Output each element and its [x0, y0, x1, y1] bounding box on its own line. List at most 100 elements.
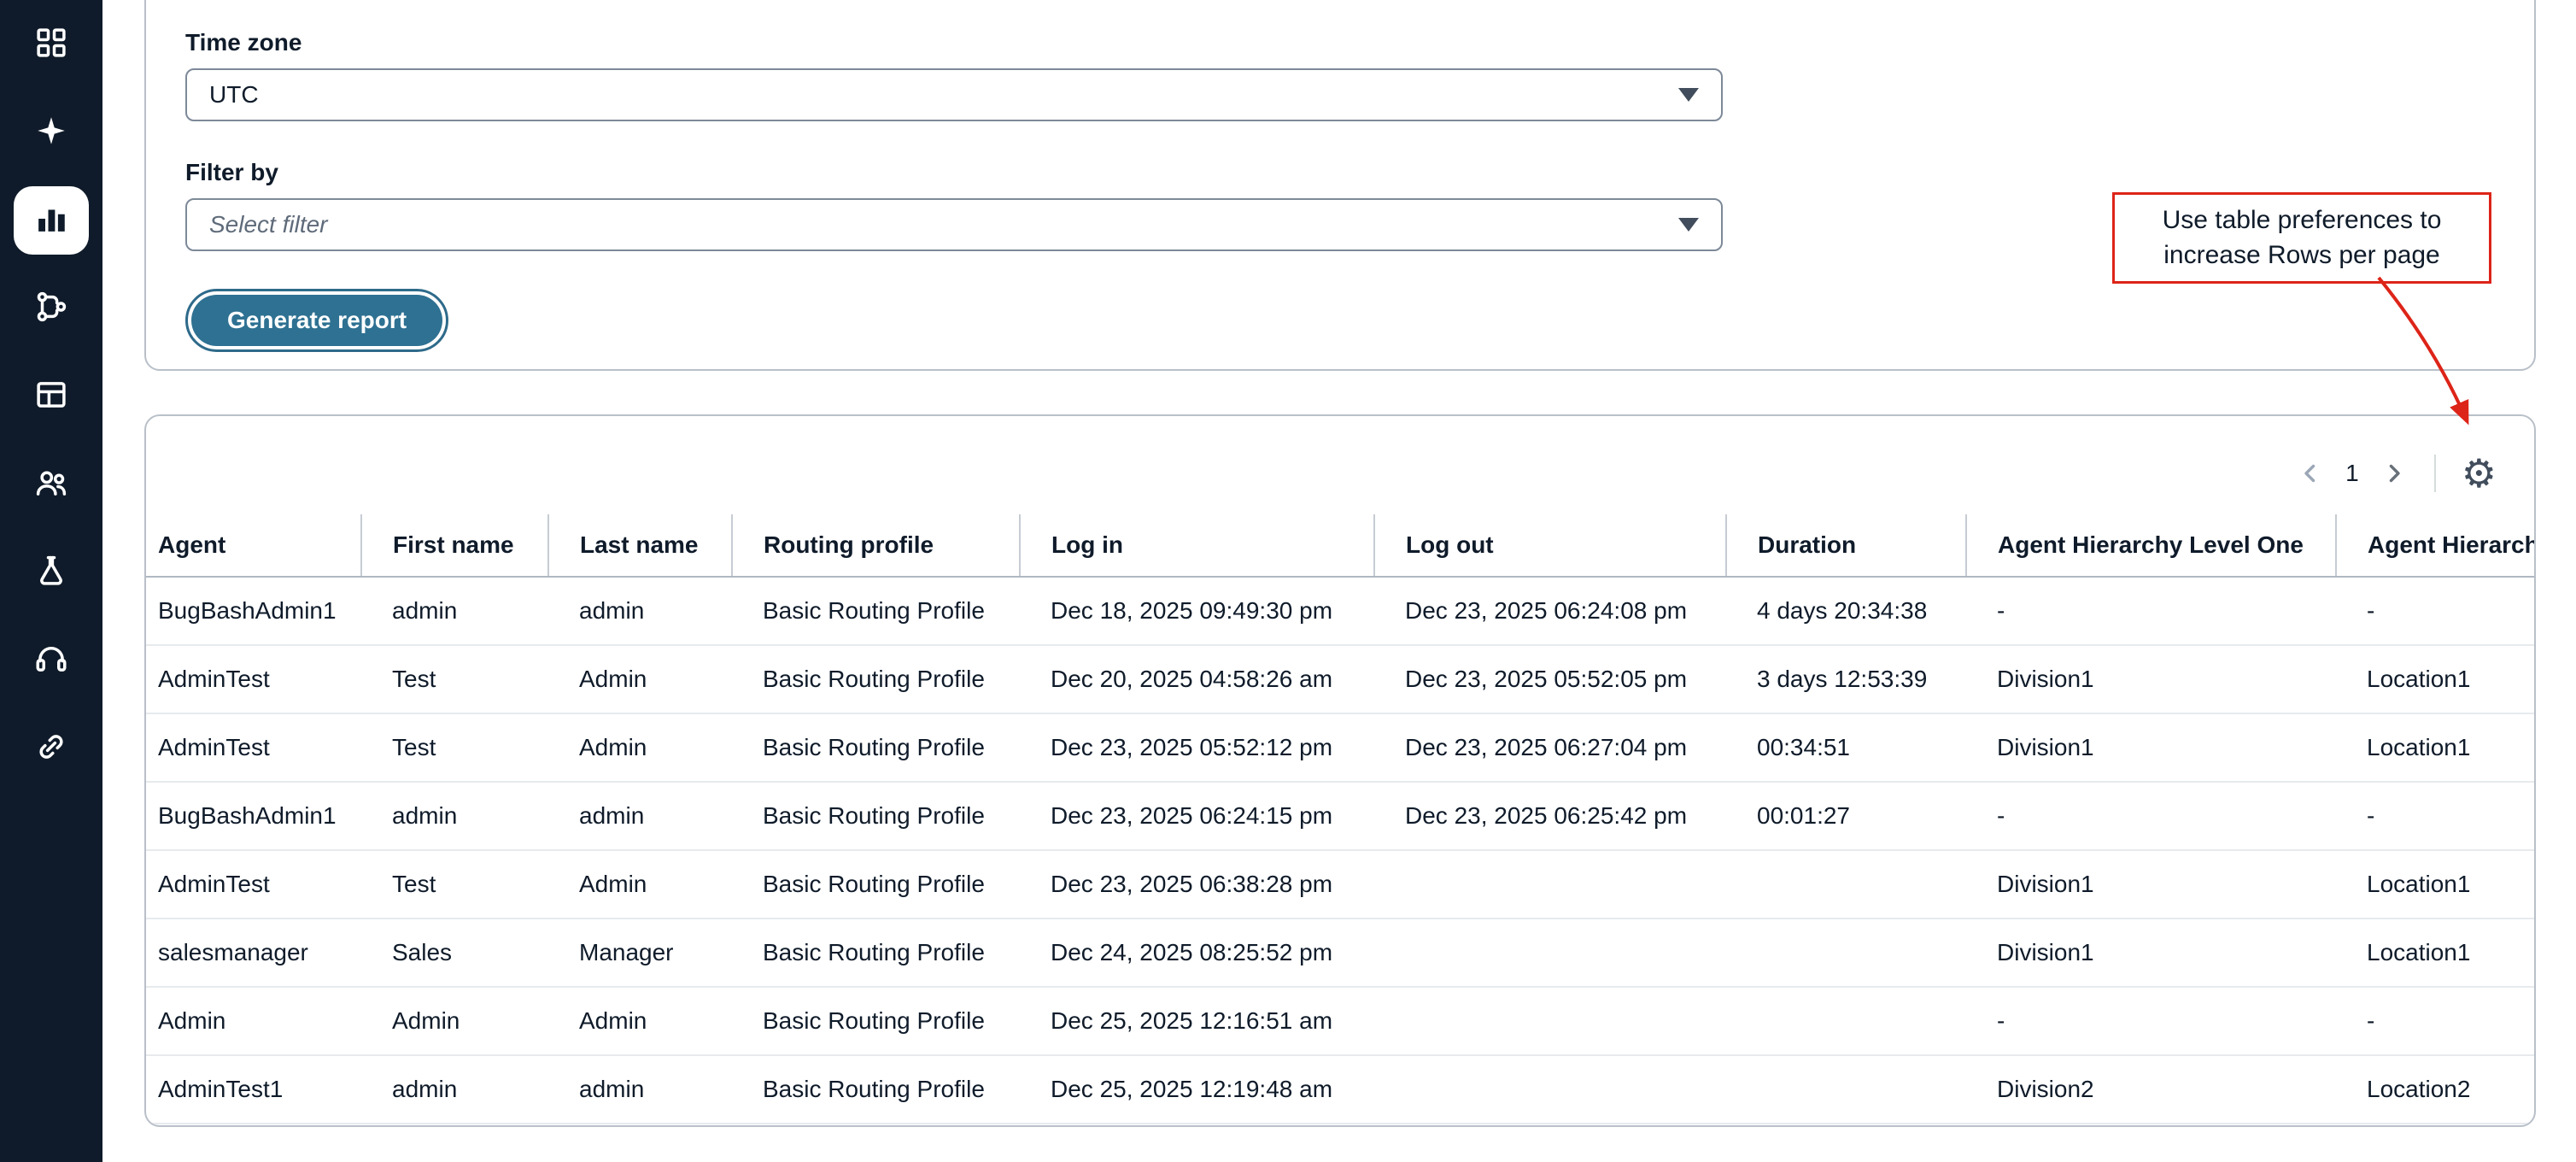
- table-cell: Admin: [548, 645, 732, 713]
- sidebar-item-workspace[interactable]: [14, 362, 89, 431]
- table-cell: Dec 23, 2025 06:27:04 pm: [1374, 713, 1726, 782]
- sidebar-item-labs[interactable]: [14, 538, 89, 607]
- pagination: 1 ⚙: [2296, 454, 2497, 493]
- sidebar-item-support[interactable]: [14, 626, 89, 695]
- bar-chart-icon: [33, 201, 69, 241]
- flask-icon: [33, 553, 69, 593]
- column-header[interactable]: First name: [361, 514, 548, 577]
- column-header[interactable]: Duration: [1726, 514, 1966, 577]
- filter-placeholder: Select filter: [209, 211, 328, 238]
- table-cell: -: [1966, 577, 2336, 645]
- column-header[interactable]: Agent Hierarchy Level One: [1966, 514, 2336, 577]
- next-page-button[interactable]: [2380, 459, 2409, 488]
- table-row: AdminTestTestAdminBasic Routing ProfileD…: [146, 713, 2536, 782]
- table-cell: salesmanager: [146, 918, 361, 987]
- table-cell: Test: [361, 850, 548, 918]
- table-row: BugBashAdmin1adminadminBasic Routing Pro…: [146, 577, 2536, 645]
- table-cell: Dec 23, 2025 05:52:05 pm: [1374, 645, 1726, 713]
- table-cell: Basic Routing Profile: [732, 1055, 1020, 1124]
- flow-icon: [33, 289, 69, 329]
- table-cell: [1726, 850, 1966, 918]
- table-cell: Dec 20, 2025 04:58:26 am: [1020, 645, 1374, 713]
- gear-icon[interactable]: ⚙: [2462, 454, 2497, 493]
- sidebar-item-analytics[interactable]: [14, 186, 89, 255]
- report-form-card: Time zone UTC Filter by Select filter Ge…: [144, 0, 2536, 371]
- table-cell: Dec 25, 2025 12:16:51 am: [1020, 987, 1374, 1055]
- table-body: BugBashAdmin1adminadminBasic Routing Pro…: [146, 577, 2536, 1124]
- layout-icon: [33, 377, 69, 417]
- table-cell: AdminTest1: [146, 1055, 361, 1124]
- table-cell: Dec 25, 2025 12:19:48 am: [1020, 1055, 1374, 1124]
- column-header[interactable]: Agent: [146, 514, 361, 577]
- generate-report-button[interactable]: Generate report: [191, 295, 442, 346]
- table-cell: Division1: [1966, 850, 2336, 918]
- table-cell: 00:01:27: [1726, 782, 1966, 850]
- table-cell: BugBashAdmin1: [146, 782, 361, 850]
- timezone-label: Time zone: [185, 29, 2495, 56]
- column-header[interactable]: Routing profile: [732, 514, 1020, 577]
- table-cell: AdminTest: [146, 850, 361, 918]
- chevron-down-icon: [1678, 88, 1699, 102]
- table-cell: Admin: [548, 987, 732, 1055]
- table-cell: Dec 24, 2025 08:25:52 pm: [1020, 918, 1374, 987]
- previous-page-button[interactable]: [2296, 459, 2325, 488]
- timezone-select[interactable]: UTC: [185, 68, 1723, 121]
- sparkle-icon: [33, 113, 69, 153]
- table-cell: [1374, 1055, 1726, 1124]
- table-cell: [1726, 987, 1966, 1055]
- table-cell: [1726, 918, 1966, 987]
- table-cell: Admin: [361, 987, 548, 1055]
- table-cell: -: [1966, 987, 2336, 1055]
- table-cell: Dec 23, 2025 06:38:28 pm: [1020, 850, 1374, 918]
- table-cell: AdminTest: [146, 645, 361, 713]
- chevron-down-icon: [1678, 218, 1699, 232]
- table-cell: -: [2336, 987, 2536, 1055]
- table-cell: admin: [548, 1055, 732, 1124]
- column-header[interactable]: Log in: [1020, 514, 1374, 577]
- sidebar-item-routing[interactable]: [14, 274, 89, 343]
- column-header[interactable]: Last name: [548, 514, 732, 577]
- table-cell: [1726, 1055, 1966, 1124]
- sidebar-item-ai-assistant[interactable]: [14, 98, 89, 167]
- current-page-number[interactable]: 1: [2344, 460, 2361, 487]
- table-row: AdminAdminAdminBasic Routing ProfileDec …: [146, 987, 2536, 1055]
- table-cell: Division1: [1966, 645, 2336, 713]
- pagination-divider: [2434, 455, 2436, 492]
- table-cell: admin: [361, 782, 548, 850]
- timezone-value: UTC: [209, 81, 259, 109]
- table-cell: Location1: [2336, 918, 2536, 987]
- table-cell: [1374, 850, 1726, 918]
- table-cell: Location1: [2336, 713, 2536, 782]
- table-cell: 00:34:51: [1726, 713, 1966, 782]
- table-cell: [1374, 987, 1726, 1055]
- table-cell: Location1: [2336, 645, 2536, 713]
- table-cell: Sales: [361, 918, 548, 987]
- table-cell: Basic Routing Profile: [732, 850, 1020, 918]
- table-cell: BugBashAdmin1: [146, 577, 361, 645]
- sidebar-item-integrations[interactable]: [14, 714, 89, 783]
- table-cell: Location2: [2336, 1055, 2536, 1124]
- sidebar-item-home[interactable]: [14, 10, 89, 79]
- table-cell: admin: [361, 1055, 548, 1124]
- table-row: AdminTestTestAdminBasic Routing ProfileD…: [146, 850, 2536, 918]
- table-cell: Basic Routing Profile: [732, 645, 1020, 713]
- table-cell: Basic Routing Profile: [732, 987, 1020, 1055]
- table-row: BugBashAdmin1adminadminBasic Routing Pro…: [146, 782, 2536, 850]
- report-table: AgentFirst nameLast nameRouting profileL…: [146, 514, 2536, 1124]
- table-cell: -: [2336, 782, 2536, 850]
- table-cell: Dec 23, 2025 06:24:15 pm: [1020, 782, 1374, 850]
- table-cell: Dec 23, 2025 06:25:42 pm: [1374, 782, 1726, 850]
- table-row: AdminTest1adminadminBasic Routing Profil…: [146, 1055, 2536, 1124]
- table-cell: 3 days 12:53:39: [1726, 645, 1966, 713]
- grid-icon: [33, 25, 69, 65]
- filter-select[interactable]: Select filter: [185, 198, 1723, 251]
- generate-report-focus-ring: Generate report: [185, 289, 448, 352]
- sidebar-item-users[interactable]: [14, 450, 89, 519]
- column-header[interactable]: Agent Hierarchy Level Two: [2336, 514, 2536, 577]
- table-cell: Test: [361, 713, 548, 782]
- table-cell: [1374, 918, 1726, 987]
- sidebar: [0, 0, 102, 1162]
- column-header[interactable]: Log out: [1374, 514, 1726, 577]
- table-cell: Division2: [1966, 1055, 2336, 1124]
- report-table-card: 1 ⚙ AgentFirst nameLast nameRouting prof…: [144, 414, 2536, 1127]
